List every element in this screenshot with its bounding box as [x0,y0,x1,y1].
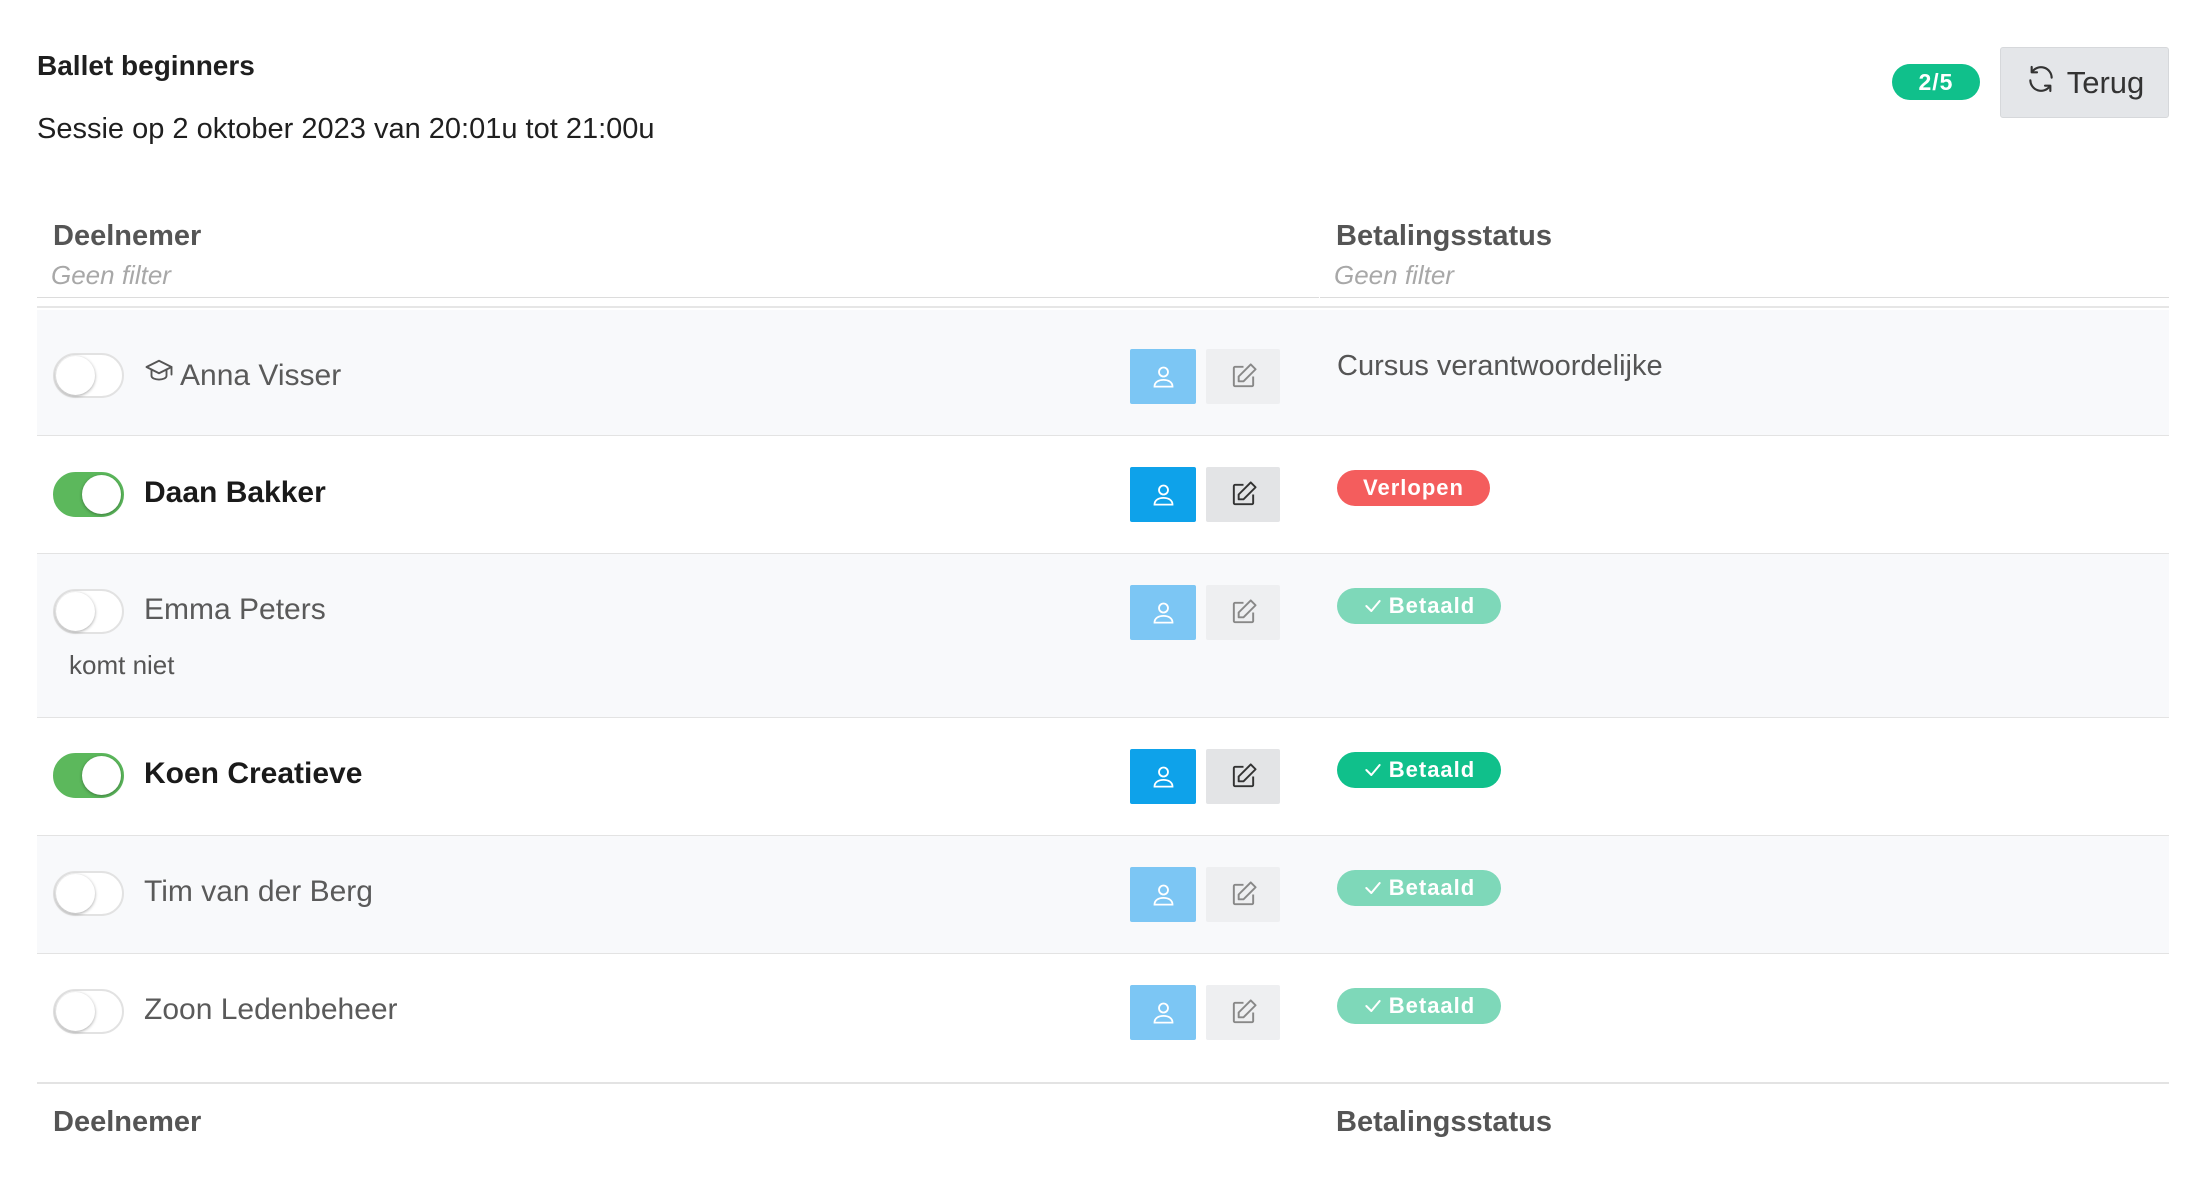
attendance-toggle[interactable] [53,989,124,1034]
participant-name: Daan Bakker [144,476,326,509]
back-button[interactable]: Terug [2000,47,2169,118]
column-header-payment-status: Betalingsstatus [1336,220,1552,252]
back-button-label: Terug [2066,64,2145,100]
status-badge: Betaald [1337,870,1501,906]
participant-name: Koen Creatieve [144,757,363,790]
edit-button[interactable] [1206,585,1280,640]
check-icon [1365,764,1381,776]
participant-name: Anna Visser [144,357,341,395]
participant-name: Emma Peters [144,593,326,626]
session-info: Sessie op 2 oktober 2023 van 20:01u tot … [37,113,655,145]
view-profile-button[interactable] [1130,349,1196,404]
attendance-toggle[interactable] [53,353,124,398]
user-icon [1153,366,1173,388]
graduation-cap-icon [144,357,174,395]
table-row: Daan Bakker Verlopen [37,436,2169,554]
check-icon [1365,1000,1381,1012]
table-row: Zoon Ledenbeheer Betaald [37,954,2169,1072]
table-row: Emma Peters komt niet Betaald [37,554,2169,718]
participant-note: komt niet [69,650,175,680]
view-profile-button[interactable] [1130,467,1196,522]
edit-button[interactable] [1206,867,1280,922]
edit-button[interactable] [1206,985,1280,1040]
payment-status-filter-input[interactable] [1320,253,2169,298]
attendance-toggle[interactable] [53,871,124,916]
page-title: Ballet beginners [37,50,255,81]
refresh-icon [2025,63,2057,103]
edit-icon [1232,599,1257,624]
attendance-toggle[interactable] [53,589,124,634]
view-profile-button[interactable] [1130,585,1196,640]
status-badge: Betaald [1337,588,1501,624]
edit-icon [1232,363,1257,388]
footer-column-participant: Deelnemer [53,1106,202,1138]
user-icon [1153,1002,1173,1024]
status-badge: Betaald [1337,988,1501,1024]
column-header-participant: Deelnemer [53,220,202,252]
footer-column-payment-status: Betalingsstatus [1336,1106,1552,1138]
attendance-toggle[interactable] [53,472,124,517]
edit-icon [1232,763,1257,788]
user-icon [1153,766,1173,788]
header-divider [37,306,2169,308]
table-row: Koen Creatieve Betaald [37,718,2169,836]
edit-button[interactable] [1206,349,1280,404]
participant-filter-input[interactable] [37,253,1319,298]
payment-status-text: Cursus verantwoordelijke [1337,350,1663,382]
footer-divider [37,1082,2169,1084]
edit-icon [1232,481,1257,506]
user-icon [1153,484,1173,506]
status-badge: Betaald [1337,752,1501,788]
attendance-count-badge: 2/5 [1892,64,1980,100]
participant-name: Zoon Ledenbeheer [144,993,398,1026]
user-icon [1153,884,1173,906]
view-profile-button[interactable] [1130,749,1196,804]
edit-button[interactable] [1206,749,1280,804]
table-row: Tim van der Berg Betaald [37,836,2169,954]
edit-icon [1232,881,1257,906]
check-icon [1365,600,1381,612]
view-profile-button[interactable] [1130,985,1196,1040]
edit-button[interactable] [1206,467,1280,522]
user-icon [1153,602,1173,624]
attendance-toggle[interactable] [53,753,124,798]
status-badge: Verlopen [1337,470,1490,506]
participant-name: Tim van der Berg [144,875,373,908]
check-icon [1365,882,1381,894]
edit-icon [1232,999,1257,1024]
table-row: Anna Visser Cursus verantwoordelijke [37,310,2169,436]
view-profile-button[interactable] [1130,867,1196,922]
